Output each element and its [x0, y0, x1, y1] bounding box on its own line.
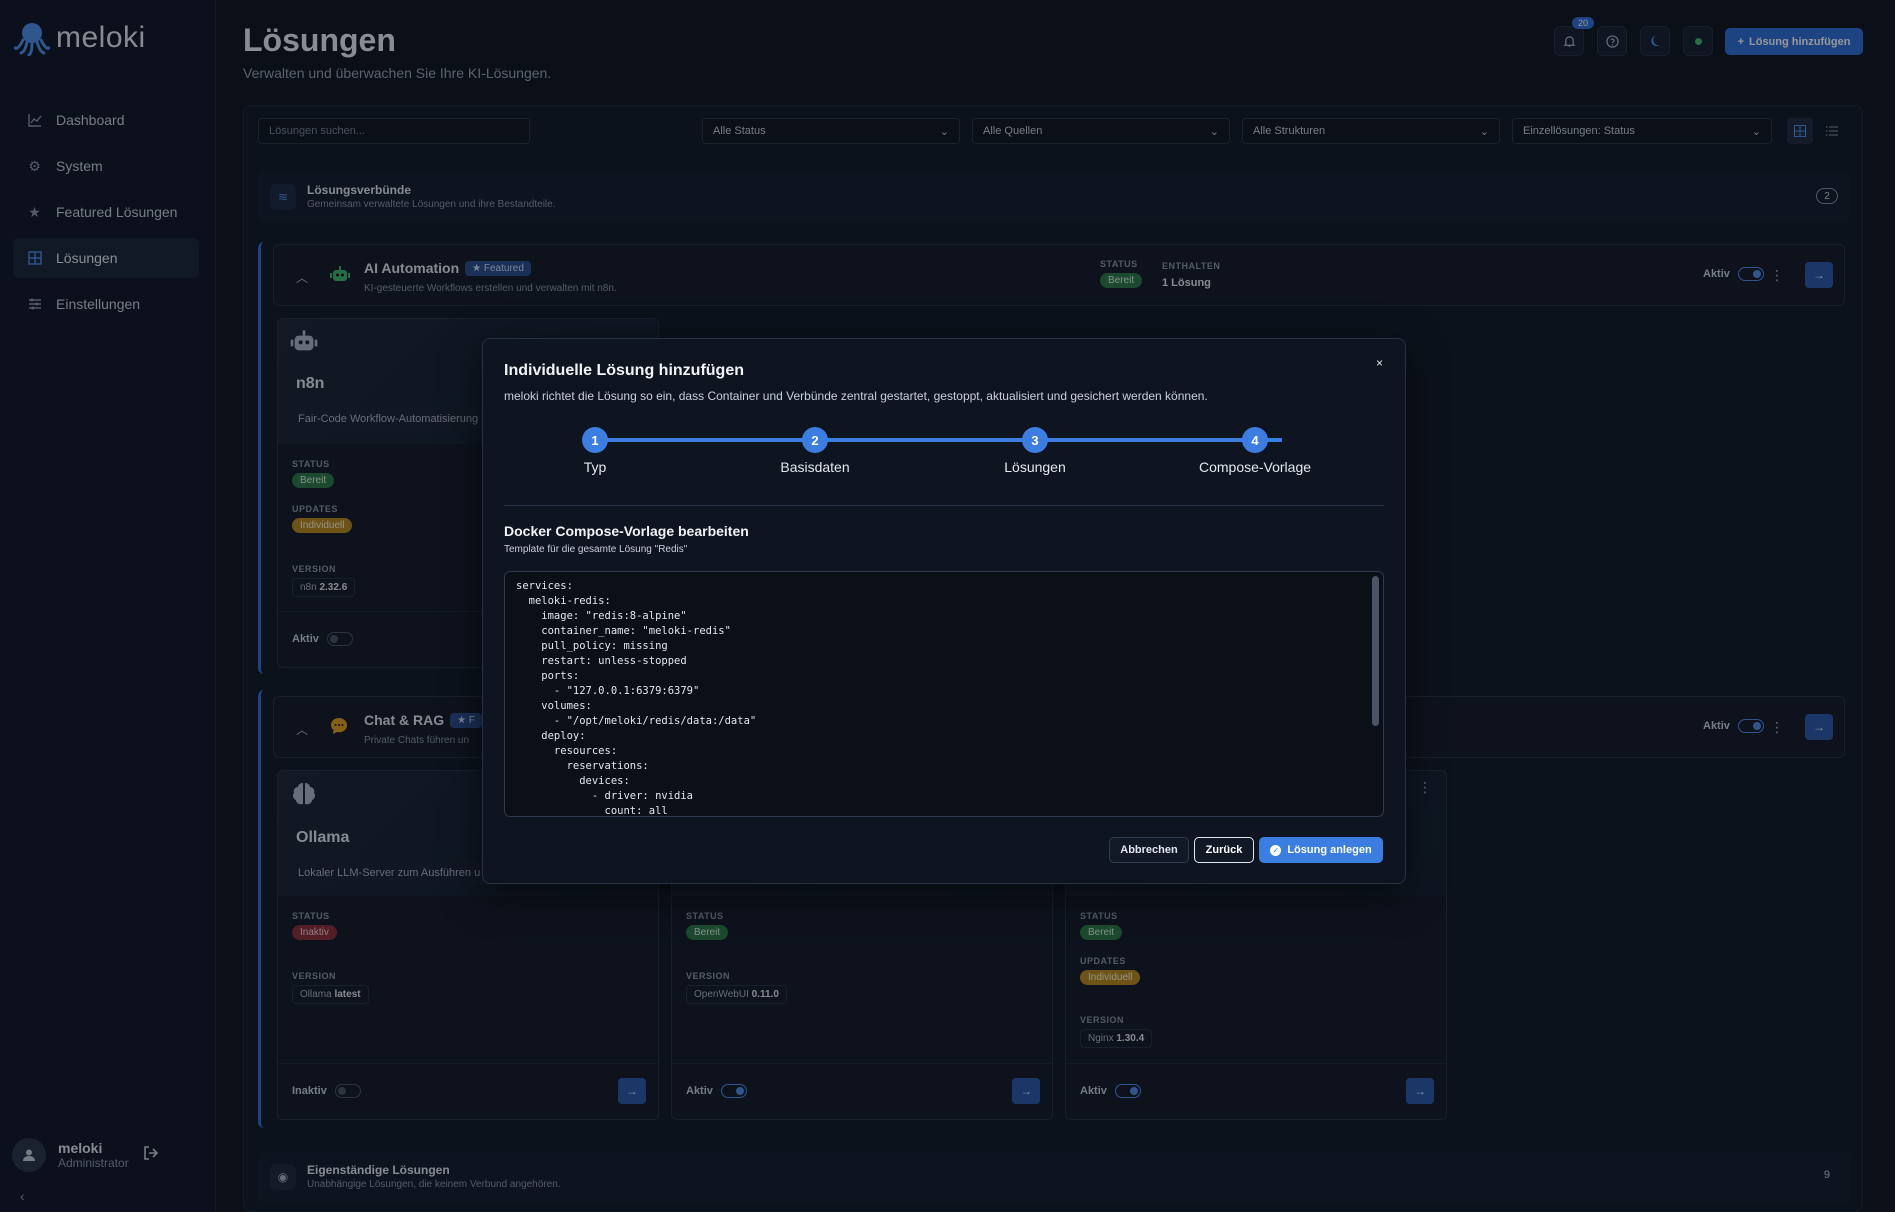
step-solutions[interactable]: 3 Lösungen — [1004, 427, 1066, 475]
step-label: Compose-Vorlage — [1198, 459, 1312, 475]
close-icon[interactable]: × — [1376, 356, 1383, 370]
step-label: Typ — [583, 459, 607, 475]
step-number: 2 — [802, 427, 828, 453]
stepper-line — [592, 438, 1282, 442]
divider — [504, 505, 1384, 506]
step-number: 4 — [1242, 427, 1268, 453]
check-circle-icon: ✓ — [1270, 844, 1282, 856]
step-number: 3 — [1022, 427, 1048, 453]
compose-code[interactable]: services: meloki-redis: image: "redis:8-… — [505, 572, 1383, 816]
back-button[interactable]: Zurück — [1194, 837, 1254, 863]
step-type[interactable]: 1 Typ — [582, 427, 608, 475]
step-label: Basisdaten — [780, 459, 850, 475]
dialog-title: Individuelle Lösung hinzufügen — [504, 362, 744, 379]
step-compose[interactable]: 4 Compose-Vorlage — [1199, 427, 1311, 475]
editor-scrollbar[interactable] — [1372, 576, 1379, 726]
wizard-stepper: 1 Typ 2 Basisdaten 3 Lösungen 4 Compose-… — [582, 427, 1311, 497]
cancel-button[interactable]: Abbrechen — [1109, 837, 1189, 863]
step-number: 1 — [582, 427, 608, 453]
add-solution-dialog: Individuelle Lösung hinzufügen meloki ri… — [482, 338, 1406, 884]
compose-editor[interactable]: services: meloki-redis: image: "redis:8-… — [504, 571, 1384, 817]
create-solution-button[interactable]: ✓ Lösung anlegen — [1259, 837, 1383, 863]
step-basics[interactable]: 2 Basisdaten — [780, 427, 850, 475]
step-label: Lösungen — [1004, 459, 1066, 475]
section-subtitle: Template für die gesamte Lösung "Redis" — [504, 544, 688, 555]
section-title: Docker Compose-Vorlage bearbeiten — [504, 523, 749, 539]
dialog-subtitle: meloki richtet die Lösung so ein, dass C… — [504, 389, 1208, 403]
create-solution-label: Lösung anlegen — [1287, 844, 1372, 856]
